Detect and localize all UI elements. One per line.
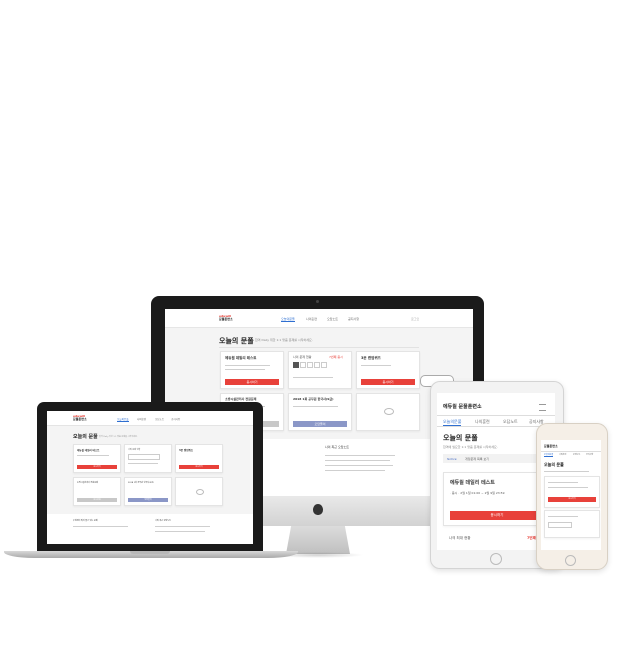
card-daily-test: 에듀윌 데일리 테스트 응시하기: [220, 351, 284, 389]
tablet-start-button[interactable]: 응시하기: [450, 511, 544, 520]
empty-icon: [384, 408, 394, 415]
phone-tab-training[interactable]: 나의훈련: [559, 453, 566, 456]
laptop-page-title: 오늘의 문풀: [73, 434, 98, 440]
tab-notice[interactable]: 공지사항: [348, 317, 359, 321]
phone-home-button-icon[interactable]: [565, 555, 576, 566]
laptop-card-exam-title-2: 2018 1회 공무원 한국사(9급): [128, 482, 154, 484]
quiz-start-button[interactable]: 응시하기: [361, 379, 415, 385]
card-quiz-title: 3문 랜덤퀴즈: [361, 356, 381, 360]
tablet-notice-bar[interactable]: Notice 개정문제 목록 보기: [443, 454, 549, 463]
site-logo[interactable]: eduwill 문풀훈련소: [219, 315, 233, 321]
laptop-card-status: 나의 문제 현황: [124, 444, 172, 473]
laptop-tab-notice[interactable]: 공지사항: [171, 417, 180, 421]
tablet-bottom-left: 나의 최대 현황: [449, 536, 471, 540]
tablet-logo[interactable]: 에듀윌 문풀훈련소: [443, 403, 482, 410]
page-3[interactable]: [307, 362, 313, 368]
card-exam-title: 소방시설관리사 전원문제: [225, 397, 257, 401]
phone-tab-notes[interactable]: 오답노트: [573, 453, 580, 456]
laptop-review-button[interactable]: 오답풀이: [128, 498, 168, 502]
bottom-right-title: 나의 최근 오답노트: [325, 445, 349, 449]
laptop-screen: eduwill 문풀훈련소 오늘의문풀 나의훈련 오답노트 공지사항 오늘의 문…: [47, 411, 253, 544]
page-title: 오늘의 문풀: [219, 337, 254, 345]
page-subtitle: 합격 Daily 위한 1:1 맞춤 문제를 시작하세요.: [255, 338, 313, 342]
phone-page-title: 오늘의 문풀: [544, 462, 564, 467]
tablet-card-title: 에듀윌 데일리 테스트: [450, 480, 495, 486]
laptop-card-empty: [175, 477, 223, 506]
review-button[interactable]: 오답풀이: [293, 421, 347, 427]
card-daily-title: 에듀윌 데일리 테스트: [225, 356, 257, 360]
laptop-card-exam-2: 2018 1회 공무원 한국사(9급) 오답풀이: [124, 477, 172, 506]
phone-card-1: 응시하기: [544, 476, 600, 508]
laptop-card-quiz-title: 3문 랜덤퀴즈: [179, 449, 194, 452]
daily-start-button[interactable]: 응시하기: [225, 379, 279, 385]
laptop-logo-name: 문풀훈련소: [73, 417, 87, 421]
laptop-notch: [130, 551, 170, 554]
laptop-tab-notes[interactable]: 오답노트: [155, 417, 164, 421]
tab-training[interactable]: 나의훈련: [306, 317, 317, 321]
page-1[interactable]: [293, 362, 299, 368]
tab-wrong-notes[interactable]: 오답노트: [327, 317, 338, 321]
laptop-bottom-right: 나의 최근 오답노트: [155, 520, 171, 522]
laptop-quiz-button[interactable]: 응시하기: [179, 465, 219, 469]
card-my-status: 나의 문제 현황 7번째 응시: [288, 351, 352, 389]
laptop-page-box[interactable]: [128, 454, 160, 460]
phone-logo[interactable]: 문풀훈련소: [544, 444, 558, 448]
laptop-daily-button[interactable]: 응시하기: [77, 465, 117, 469]
laptop-tab-training[interactable]: 나의훈련: [137, 417, 146, 421]
card-exam-2: 2018 1회 공무원 한국사(9급) 오답풀이: [288, 393, 352, 431]
tablet-menu-icon[interactable]: [539, 404, 546, 411]
phone-page-box[interactable]: [548, 522, 572, 528]
tablet-card-meta: · 응시 · 2월 1일 01:00 ~ 2월 9일 23:59: [450, 491, 505, 495]
laptop-tab-today[interactable]: 오늘의문풀: [117, 417, 129, 422]
login-link[interactable]: 로그인: [411, 317, 419, 321]
laptop-empty-icon: [196, 489, 204, 495]
card-mytest-status: 7번째 응시: [329, 355, 343, 359]
logo-name: 문풀훈련소: [219, 317, 233, 321]
phone-screen: 문풀훈련소 오늘의문풀 나의훈련 오답노트 공지사항 오늘의 문풀 응시하기: [541, 440, 601, 550]
laptop-card-status-title: 나의 문제 현황: [128, 449, 141, 451]
laptop-card-daily-title: 에듀윌 데일리 테스트: [77, 449, 100, 452]
laptop-card-daily: 에듀윌 데일리 테스트 응시하기: [73, 444, 121, 473]
laptop-exam-button[interactable]: 응시완료: [77, 498, 117, 502]
imac-stand: [286, 526, 350, 554]
card-mytest-title: 나의 문제 현황: [293, 355, 312, 359]
laptop-card-quiz: 3문 랜덤퀴즈 응시하기: [175, 444, 223, 473]
tablet-home-button-icon[interactable]: [490, 553, 502, 565]
phone-tab-notice[interactable]: 공지사항: [586, 453, 593, 456]
laptop-bottom-left: 수험생이 많이 풀고 있는 문제: [73, 520, 98, 522]
card-empty: [356, 393, 420, 431]
tablet-tab-notes[interactable]: 오답노트: [503, 419, 518, 425]
tab-today[interactable]: 오늘의문풀: [281, 317, 295, 322]
apple-logo-icon: [313, 504, 323, 515]
tablet-notice-tag: Notice: [447, 457, 457, 461]
camera-icon: [316, 300, 319, 303]
card-exam-title-2: 2018 1회 공무원 한국사(9급): [293, 397, 334, 401]
laptop-page-subtitle: 합격 Daily 위한 1:1 맞춤 문제를 시작하세요.: [99, 436, 138, 438]
tablet-page-title: 오늘의 문풀: [443, 434, 478, 442]
laptop-card-exam: 소방시설관리사 전원문제 응시완료: [73, 477, 121, 506]
tablet-page-subtitle: 합격에 필요한 1:1 맞춤 문제를 시작하세요.: [443, 445, 498, 449]
page-4[interactable]: [314, 362, 320, 368]
tablet-card-daily: 에듀윌 데일리 테스트 · 응시 · 2월 1일 01:00 ~ 2월 9일 2…: [443, 472, 551, 526]
phone-start-button[interactable]: 응시하기: [548, 497, 596, 502]
phone-tab-today[interactable]: 오늘의문풀: [544, 453, 554, 457]
page-2[interactable]: [300, 362, 306, 368]
card-quiz: 3문 랜덤퀴즈 응시하기: [356, 351, 420, 389]
tablet-notice-text: 개정문제 목록 보기: [465, 457, 489, 461]
laptop-logo[interactable]: eduwill 문풀훈련소: [73, 415, 87, 421]
laptop-card-exam-title: 소방시설관리사 전원문제: [77, 482, 98, 484]
page-5[interactable]: [321, 362, 327, 368]
phone-card-2: [544, 510, 600, 538]
tablet-tab-training[interactable]: 나의훈련: [475, 419, 490, 425]
tablet-tab-today[interactable]: 오늘의문풀: [443, 419, 462, 426]
